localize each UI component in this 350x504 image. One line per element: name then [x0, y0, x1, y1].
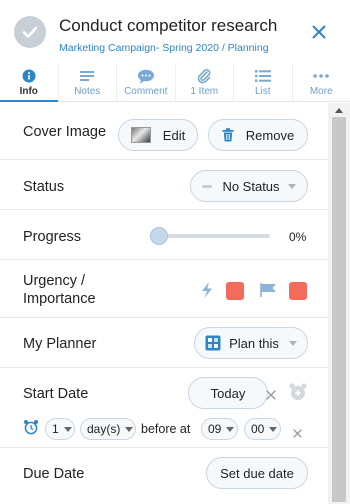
- tab-info[interactable]: Info: [0, 64, 58, 102]
- plan-this-button[interactable]: Plan this: [194, 327, 308, 359]
- start-date-label: Start Date: [23, 386, 89, 402]
- tab-label: Notes: [74, 86, 101, 97]
- set-due-date-label: Set due date: [220, 465, 294, 481]
- chevron-up-icon: [335, 108, 343, 113]
- tab-label: Info: [19, 86, 38, 97]
- due-date-row: Due Date Set due date: [0, 448, 328, 504]
- cover-thumbnail: [130, 127, 151, 143]
- tab-bar: Info Notes Comment 1 Item List More: [0, 64, 350, 102]
- reminder-unit-select[interactable]: day(s): [80, 418, 136, 440]
- clear-start-date-icon[interactable]: [266, 387, 276, 405]
- edit-label: Edit: [162, 127, 186, 143]
- task-title[interactable]: Conduct competitor research: [59, 16, 277, 36]
- info-panel: Cover Image Edit Remove Status No Status…: [0, 103, 328, 504]
- importance-label: Importance: [23, 291, 96, 307]
- more-icon: [312, 69, 330, 83]
- status-label: Status: [23, 179, 65, 195]
- planner-icon: [205, 335, 221, 351]
- status-dash-icon: [202, 184, 213, 188]
- scroll-up-arrow[interactable]: [328, 103, 350, 117]
- reminder-hour-select[interactable]: 09: [201, 418, 238, 440]
- close-button[interactable]: [307, 20, 331, 44]
- info-icon: [22, 69, 36, 83]
- progress-slider-handle[interactable]: [150, 227, 168, 245]
- status-row: Status No Status: [0, 160, 328, 210]
- trash-icon: [222, 128, 234, 142]
- cover-image-label: Cover Image: [23, 124, 107, 140]
- flag-icon: [260, 282, 278, 303]
- progress-label: Progress: [23, 229, 82, 245]
- tab-attachments[interactable]: 1 Item: [174, 64, 234, 101]
- reminder-unit-value: day(s): [87, 422, 121, 436]
- chevron-down-icon: [288, 340, 297, 346]
- chevron-down-icon: [226, 426, 235, 432]
- remove-label: Remove: [245, 127, 295, 143]
- importance-color-toggle[interactable]: [289, 282, 307, 300]
- notes-icon: [79, 69, 95, 83]
- set-due-date-button[interactable]: Set due date: [206, 457, 308, 489]
- close-icon: [312, 25, 326, 39]
- reminder-count-value: 1: [52, 422, 59, 436]
- chevron-down-icon: [269, 426, 278, 432]
- chevron-down-icon: [63, 426, 72, 432]
- cover-image-row: Cover Image Edit Remove: [0, 103, 328, 160]
- paperclip-icon: [196, 69, 212, 84]
- planner-label: My Planner: [23, 336, 97, 352]
- scrollbar[interactable]: [328, 103, 350, 504]
- complete-task-button[interactable]: [14, 16, 46, 48]
- edit-cover-button[interactable]: Edit: [118, 119, 198, 151]
- status-value: No Status: [222, 178, 280, 194]
- chevron-down-icon: [287, 183, 296, 189]
- tab-label: List: [254, 86, 271, 97]
- tab-comment[interactable]: Comment: [116, 64, 175, 101]
- reminder-minute-select[interactable]: 00: [244, 418, 281, 440]
- add-reminder-alarm-icon[interactable]: [288, 382, 308, 407]
- checkmark-icon: [22, 26, 38, 38]
- task-header: Conduct competitor research Marketing Ca…: [0, 0, 350, 64]
- plan-this-label: Plan this: [229, 335, 279, 351]
- status-select[interactable]: No Status: [190, 170, 308, 202]
- due-date-label: Due Date: [23, 466, 85, 482]
- tab-label: 1 Item: [190, 86, 219, 97]
- tab-more[interactable]: More: [291, 64, 350, 101]
- urgency-color-toggle[interactable]: [226, 282, 244, 300]
- progress-value: 0%: [289, 230, 307, 244]
- tab-label: Comment: [124, 86, 168, 97]
- urgency-label: Urgency /: [23, 273, 86, 289]
- urgency-importance-label: Urgency / Importance: [23, 272, 96, 308]
- tab-label: More: [309, 86, 333, 97]
- reminder-minute-value: 00: [251, 422, 265, 436]
- reminder-alarm-icon: [23, 419, 39, 440]
- remove-cover-button[interactable]: Remove: [208, 119, 308, 151]
- start-date-row: Start Date Today 1 day(s) before at 09 0…: [0, 368, 328, 448]
- scrollbar-thumb[interactable]: [332, 117, 346, 502]
- chevron-down-icon: [125, 426, 134, 432]
- comment-icon: [137, 69, 155, 83]
- reminder-hour-value: 09: [208, 422, 222, 436]
- breadcrumb[interactable]: Marketing Campaign- Spring 2020 / Planni…: [59, 42, 269, 54]
- progress-slider-track[interactable]: [160, 234, 270, 238]
- urgency-importance-row: Urgency / Importance: [0, 260, 328, 318]
- tab-notes[interactable]: Notes: [57, 64, 117, 101]
- start-date-today-button[interactable]: Today: [188, 377, 268, 409]
- planner-row: My Planner Plan this: [0, 318, 328, 368]
- list-icon: [254, 69, 272, 83]
- before-at-text: before at: [141, 422, 191, 436]
- tab-list[interactable]: List: [233, 64, 292, 101]
- reminder-count-select[interactable]: 1: [45, 418, 75, 440]
- today-label: Today: [210, 385, 246, 401]
- lightning-icon: [199, 281, 215, 304]
- remove-reminder-icon[interactable]: [293, 425, 302, 443]
